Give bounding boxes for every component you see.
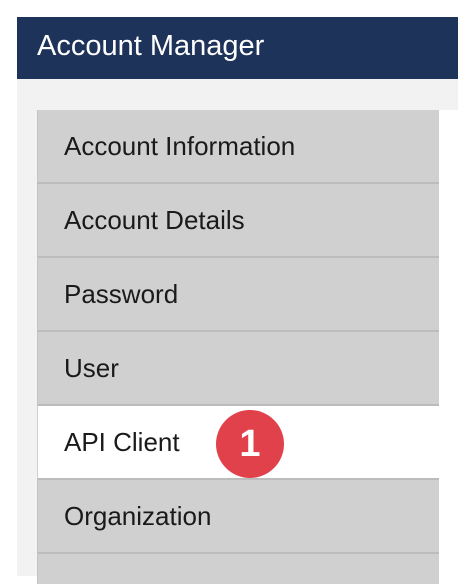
sidebar-item-label: Password (64, 279, 179, 309)
sidebar-item-label: Account Information (64, 131, 296, 161)
sidebar-item-organization[interactable]: Organization (37, 480, 439, 554)
page-title: Account Manager (37, 30, 265, 62)
sidebar-item-api-client[interactable]: API Client 1 (37, 406, 439, 480)
sidebar-item-label: Organization (64, 501, 212, 531)
sidebar-item-label: User (64, 353, 119, 383)
sidebar-item-partial[interactable] (37, 554, 439, 584)
sidebar-nav: Account Information Account Details Pass… (37, 110, 439, 584)
sidebar-item-label: Account Details (64, 205, 245, 235)
sidebar-item-user[interactable]: User (37, 332, 439, 406)
step-badge: 1 (216, 410, 284, 478)
sidebar-item-account-details[interactable]: Account Details (37, 184, 439, 258)
sidebar-item-account-information[interactable]: Account Information (37, 110, 439, 184)
sidebar-item-password[interactable]: Password (37, 258, 439, 332)
sidebar-item-label: API Client (64, 427, 180, 457)
app-header: Account Manager (17, 17, 458, 79)
